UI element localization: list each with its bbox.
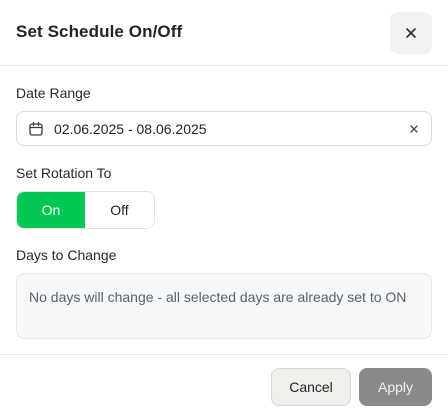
days-info-box: No days will change - all selected days … [16, 273, 432, 339]
date-range-value: 02.06.2025 - 08.06.2025 [54, 121, 207, 137]
cancel-button[interactable]: Cancel [271, 368, 351, 406]
close-button[interactable] [390, 12, 432, 54]
dialog-title: Set Schedule On/Off [16, 22, 183, 41]
apply-button[interactable]: Apply [359, 368, 432, 406]
date-range-label: Date Range [16, 85, 91, 101]
rotation-label: Set Rotation To [16, 165, 112, 181]
clear-icon[interactable] [408, 123, 420, 135]
rotation-toggle: On Off [16, 191, 155, 229]
dialog-header: Set Schedule On/Off [0, 0, 448, 66]
close-icon [406, 28, 416, 38]
footer-divider [0, 354, 448, 355]
date-range-field[interactable]: 02.06.2025 - 08.06.2025 [16, 111, 432, 146]
days-label: Days to Change [16, 247, 117, 263]
toggle-on-option[interactable]: On [17, 192, 85, 228]
calendar-icon [29, 121, 43, 136]
toggle-off-option[interactable]: Off [85, 192, 154, 228]
days-info-message: No days will change - all selected days … [29, 289, 407, 305]
